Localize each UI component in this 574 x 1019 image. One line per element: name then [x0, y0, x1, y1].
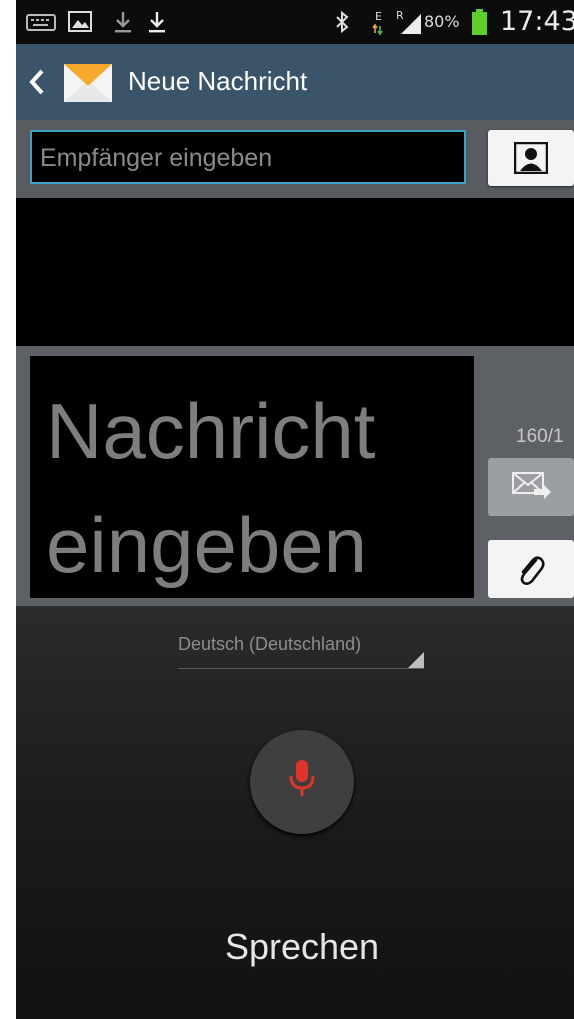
battery-percent: 80% — [424, 12, 460, 31]
download-icon — [149, 12, 165, 33]
phone-screen: E R 80% 17:43 Neue Nachricht Empfänger e… — [16, 0, 574, 1019]
attach-button[interactable] — [488, 540, 574, 598]
back-icon[interactable] — [28, 68, 46, 96]
character-counter: 160/1 — [516, 426, 564, 447]
data-type-letter: E — [375, 10, 382, 23]
recipient-input[interactable]: Empfänger eingeben — [30, 130, 466, 184]
paperclip-icon — [520, 556, 545, 585]
download-icon — [115, 12, 131, 33]
clock: 17:43 — [500, 6, 574, 37]
gallery-icon — [68, 11, 92, 32]
recipient-row: Empfänger eingeben — [16, 120, 574, 198]
action-bar: Neue Nachricht — [16, 44, 574, 120]
recipient-placeholder: Empfänger eingeben — [40, 144, 273, 172]
status-bar: E R 80% 17:43 — [16, 0, 574, 44]
language-label: Deutsch (Deutschland) — [178, 634, 362, 654]
page-title: Neue Nachricht — [128, 66, 308, 96]
roaming-letter: R — [396, 9, 404, 22]
send-icon — [512, 472, 551, 499]
keyboard-icon — [26, 14, 56, 31]
message-placeholder: Nachricht eingeben — [46, 387, 376, 589]
envelope-icon — [64, 64, 112, 102]
send-button[interactable] — [488, 458, 574, 516]
dropdown-triangle-icon — [408, 652, 424, 668]
compose-row: Nachricht eingeben 160/1 — [16, 346, 574, 606]
battery-icon — [472, 9, 487, 35]
signal-icon: E R — [372, 9, 421, 36]
speak-label: Sprechen — [224, 926, 380, 967]
voice-input-panel: Deutsch (Deutschland) Sprechen — [16, 606, 574, 1019]
conversation-area — [16, 198, 574, 346]
contact-icon — [514, 142, 548, 174]
bluetooth-icon — [336, 10, 349, 34]
language-select[interactable]: Deutsch (Deutschland) — [178, 632, 424, 669]
microphone-button[interactable] — [250, 730, 354, 834]
contacts-button[interactable] — [488, 130, 574, 186]
microphone-icon — [289, 760, 315, 796]
message-input[interactable]: Nachricht eingeben — [30, 356, 474, 598]
